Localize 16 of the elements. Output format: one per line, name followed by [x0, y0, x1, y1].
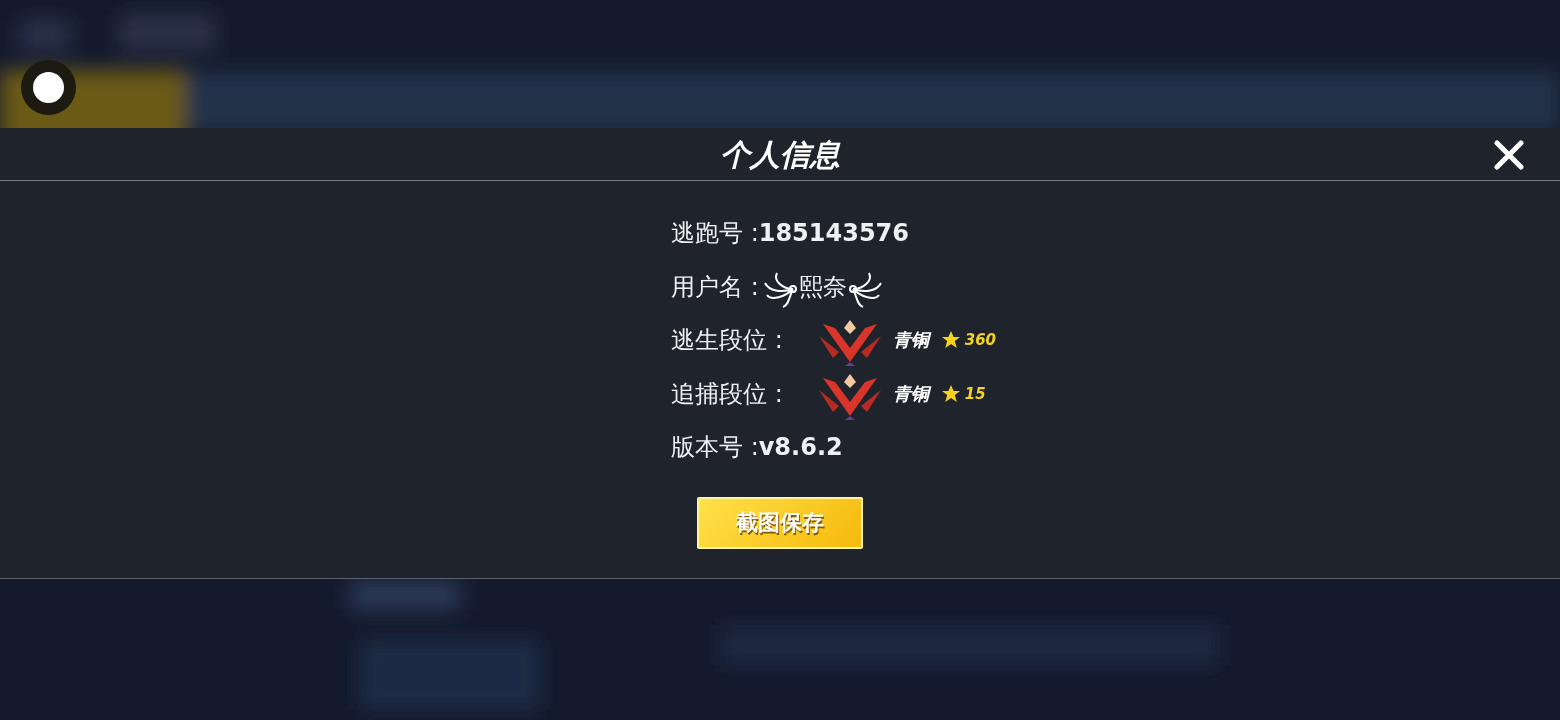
save-screenshot-button[interactable]: 截图保存 — [697, 496, 863, 549]
star-count: 360 — [964, 330, 997, 351]
close-icon[interactable] — [1494, 140, 1524, 170]
field-value: v8.6.2 — [758, 432, 843, 463]
username: 熙奈 — [798, 271, 847, 303]
rank-emblem-icon — [818, 318, 881, 368]
field-label: 逃跑号 : — [671, 218, 759, 249]
field-label: 版本号 : — [671, 432, 759, 463]
star-count: 15 — [964, 383, 986, 405]
modal-title: 个人信息 — [720, 137, 840, 172]
field-label: 用户名 : — [671, 271, 759, 303]
star-icon — [940, 383, 961, 404]
rank-label: 追捕段位 : — [671, 378, 783, 410]
rank-label: 逃生段位 : — [671, 325, 783, 356]
field-value: 185143576 — [758, 218, 909, 249]
star-icon — [940, 330, 961, 350]
